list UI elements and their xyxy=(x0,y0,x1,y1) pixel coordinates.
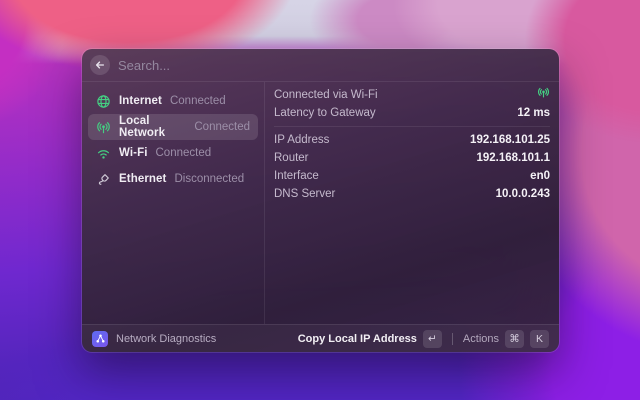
detail-value: en0 xyxy=(530,170,550,182)
sidebar-item-status: Disconnected xyxy=(174,173,245,185)
return-key-badge: ↵ xyxy=(422,329,442,348)
sidebar-item-ethernet[interactable]: Ethernet Disconnected xyxy=(88,166,258,192)
detail-panel: Connected via Wi-Fi Latency to Gateway 1… xyxy=(264,82,559,324)
actions-menu-button[interactable]: Actions ⌘ K xyxy=(462,329,549,348)
section-divider xyxy=(274,126,550,127)
sidebar-item-internet[interactable]: Internet Connected xyxy=(88,88,258,114)
copy-local-ip-label: Copy Local IP Address xyxy=(297,332,417,345)
wifi-icon xyxy=(96,146,111,161)
sidebar-item-label: Wi-Fi xyxy=(119,147,148,159)
ethernet-icon xyxy=(96,172,111,187)
sidebar: Internet Connected Local Network Connect… xyxy=(82,82,264,324)
detail-label: Router xyxy=(274,152,309,164)
app-chip: Network Diagnostics xyxy=(92,330,217,347)
sidebar-item-label: Internet xyxy=(119,95,162,107)
detail-value: 192.168.101.25 xyxy=(470,134,550,146)
search-bar xyxy=(82,49,559,82)
sidebar-item-status: Connected xyxy=(155,147,212,159)
detail-row-router: Router 192.168.101.1 xyxy=(274,149,550,167)
actions-label: Actions xyxy=(462,332,499,345)
detail-label: Latency to Gateway xyxy=(274,107,376,119)
sidebar-item-status: Connected xyxy=(194,121,250,133)
footer-separator xyxy=(451,332,453,345)
copy-local-ip-action[interactable]: Copy Local IP Address ↵ xyxy=(297,329,442,348)
search-input[interactable] xyxy=(118,57,551,73)
k-key-badge: K xyxy=(530,329,549,348)
detail-row-latency: Latency to Gateway 12 ms xyxy=(274,104,550,122)
sidebar-item-status: Connected xyxy=(169,95,226,107)
arrow-left-icon xyxy=(94,59,106,71)
network-diagnostics-window: Internet Connected Local Network Connect… xyxy=(82,49,559,352)
app-name: Network Diagnostics xyxy=(116,332,217,345)
detail-row-dns-server: DNS Server 10.0.0.243 xyxy=(274,185,550,203)
footer-bar: Network Diagnostics Copy Local IP Addres… xyxy=(82,324,559,352)
network-diagnostics-app-icon xyxy=(92,330,108,347)
globe-icon xyxy=(96,94,111,109)
detail-label: Connected via Wi-Fi xyxy=(274,89,378,101)
sidebar-item-wifi[interactable]: Wi-Fi Connected xyxy=(88,140,258,166)
detail-row-ip-address: IP Address 192.168.101.25 xyxy=(274,131,550,149)
window-content: Internet Connected Local Network Connect… xyxy=(82,82,559,324)
sidebar-item-label: Ethernet xyxy=(119,173,167,185)
detail-value: 12 ms xyxy=(517,107,550,119)
antenna-icon xyxy=(96,120,111,135)
sidebar-item-local-network[interactable]: Local Network Connected xyxy=(88,114,258,140)
detail-row-connected-via: Connected via Wi-Fi xyxy=(274,86,550,104)
detail-row-interface: Interface en0 xyxy=(274,167,550,185)
detail-label: Interface xyxy=(274,170,319,182)
detail-value: 10.0.0.243 xyxy=(495,188,550,200)
detail-label: DNS Server xyxy=(274,188,336,200)
sidebar-item-label: Local Network xyxy=(119,115,166,139)
detail-value: 192.168.101.1 xyxy=(476,152,550,164)
back-button[interactable] xyxy=(90,55,110,75)
detail-label: IP Address xyxy=(274,134,330,146)
command-key-badge: ⌘ xyxy=(505,329,524,348)
antenna-icon xyxy=(537,86,550,104)
